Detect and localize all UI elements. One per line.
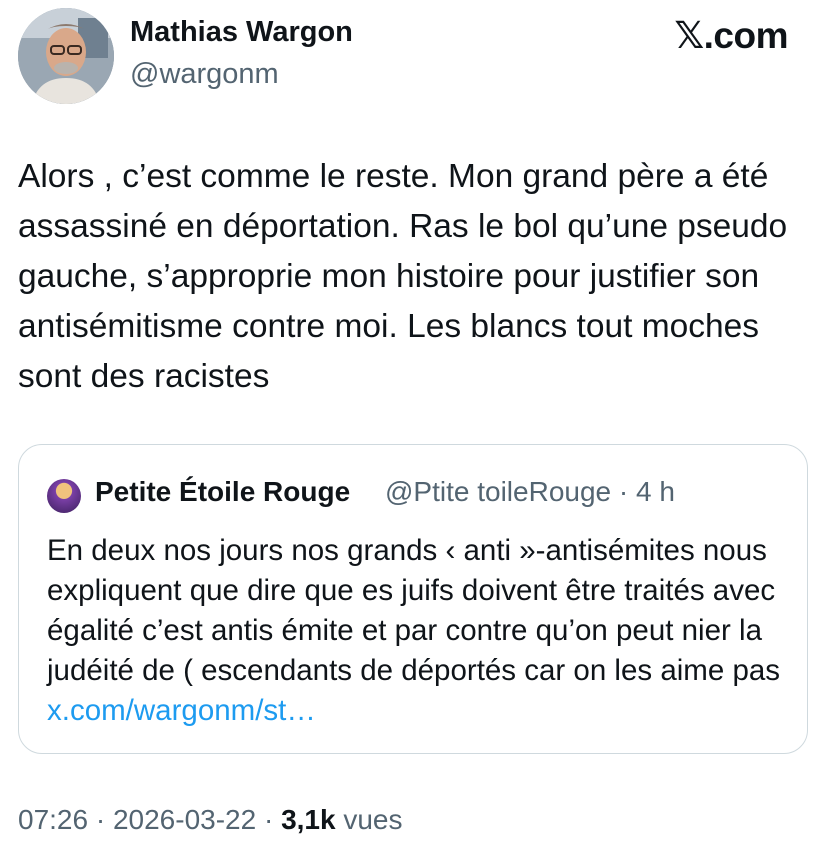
quote-body: En deux nos jours nos grands ‹ anti »-an… <box>47 534 781 687</box>
author-avatar[interactable] <box>18 8 114 104</box>
quote-text: En deux nos jours nos grands ‹ anti »-an… <box>47 531 787 731</box>
tweet-text: Alors , c’est comme le reste. Mon grand … <box>18 158 788 395</box>
quoted-tweet[interactable]: Petite Étoile Rouge @Ptite toileRouge · … <box>18 444 808 754</box>
x-brand-logo: 𝕏.com <box>674 14 788 57</box>
author-handle[interactable]: @wargonm <box>130 58 279 91</box>
tweet-card: Mathias Wargon @wargonm 𝕏.com Alors , c’… <box>0 0 828 844</box>
author-name[interactable]: Mathias Wargon <box>130 16 353 49</box>
avatar-photo-icon <box>18 8 114 104</box>
quote-author-avatar[interactable] <box>47 479 81 513</box>
quote-author-handle-time[interactable]: @Ptite toileRouge · 4 h <box>385 476 675 508</box>
tweet-meta: 07:26 · 2026-03-22 · 3,1k vues <box>18 804 403 836</box>
views-count: 3,1k <box>281 804 336 835</box>
brand-suffix: .com <box>703 15 789 56</box>
tweet-timestamp[interactable]: 07:26 · 2026-03-22 · <box>18 804 281 835</box>
quote-link[interactable]: x.com/wargonm/st… <box>47 694 316 727</box>
x-logo-icon: 𝕏 <box>674 14 704 57</box>
views-label: vues <box>335 804 403 835</box>
quote-author-name[interactable]: Petite Étoile Rouge <box>95 476 350 508</box>
